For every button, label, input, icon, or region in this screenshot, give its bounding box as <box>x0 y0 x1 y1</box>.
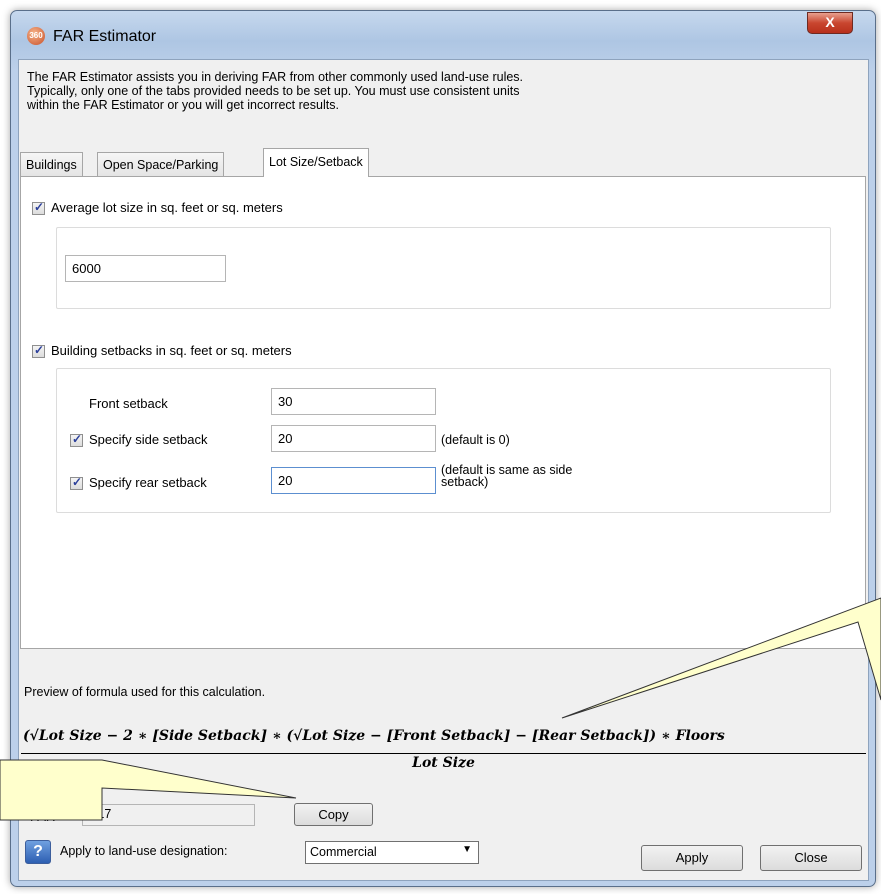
intro-line: Typically, only one of the tabs provided… <box>27 84 520 98</box>
land-use-designation-select[interactable]: Commercial ▼ <box>305 841 479 864</box>
tab-lot-size-setback[interactable]: Lot Size/Setback <box>263 148 369 177</box>
side-setback-note: (default is 0) <box>441 433 510 447</box>
lot-size-checkbox[interactable] <box>32 200 45 215</box>
lot-size-group: 6000 <box>56 227 831 309</box>
far-label: FAR <box>30 809 56 824</box>
rear-setback-label: Specify rear setback <box>89 475 207 490</box>
dropdown-arrow-icon: ▼ <box>462 844 472 855</box>
window-close-button[interactable]: X <box>807 12 853 34</box>
window-title: FAR Estimator <box>53 28 157 45</box>
tab-panel-lot-size-setback: Average lot size in sq. feet or sq. mete… <box>20 176 866 649</box>
apply-to-designation-label: Apply to land-use designation: <box>60 844 228 858</box>
side-setback-checkbox[interactable] <box>70 432 83 447</box>
copy-button[interactable]: Copy <box>294 803 373 826</box>
intro-line: within the FAR Estimator or you will get… <box>27 98 339 112</box>
formula-fraction-bar <box>21 753 866 754</box>
setbacks-label: Building setbacks in sq. feet or sq. met… <box>51 343 292 358</box>
side-setback-label: Specify side setback <box>89 432 208 447</box>
rear-setback-note-line: setback) <box>441 475 489 489</box>
help-icon[interactable]: ? <box>25 840 51 864</box>
front-setback-label: Front setback <box>89 396 168 411</box>
formula-preview-label: Preview of formula used for this calcula… <box>24 685 266 699</box>
rear-setback-input[interactable]: 20 <box>271 467 436 494</box>
rear-setback-note: (default is same as side setback) <box>441 464 572 489</box>
title-bar[interactable]: 360 FAR Estimator X <box>11 11 875 49</box>
rear-setback-checkbox[interactable] <box>70 475 83 490</box>
front-setback-input[interactable]: 30 <box>271 388 436 415</box>
far-estimator-window: 360 FAR Estimator X The FAR Estimator as… <box>10 10 876 887</box>
app-logo-icon: 360 <box>27 27 45 45</box>
lot-size-label: Average lot size in sq. feet or sq. mete… <box>51 200 283 215</box>
close-button[interactable]: Close <box>760 845 862 871</box>
intro-text: The FAR Estimator assists you in derivin… <box>27 70 807 112</box>
apply-button[interactable]: Apply <box>641 845 743 871</box>
dialog-client-area: The FAR Estimator assists you in derivin… <box>18 59 869 881</box>
formula-denominator: Lot Size <box>412 755 475 771</box>
setbacks-checkbox[interactable] <box>32 343 45 358</box>
side-setback-input[interactable]: 20 <box>271 425 436 452</box>
setbacks-group: Front setback 30 Specify side setback 20… <box>56 368 831 513</box>
far-value-field[interactable]: 0.17 <box>82 804 255 826</box>
land-use-designation-value: Commercial <box>310 845 377 859</box>
intro-line: The FAR Estimator assists you in derivin… <box>27 70 524 84</box>
tab-buildings[interactable]: Buildings <box>20 152 83 176</box>
tab-open-space-parking[interactable]: Open Space/Parking <box>97 152 225 176</box>
lot-size-input[interactable]: 6000 <box>65 255 226 282</box>
formula-numerator: (√Lot Size − 2 ∗ [Side Setback] ∗ (√Lot … <box>23 728 725 744</box>
